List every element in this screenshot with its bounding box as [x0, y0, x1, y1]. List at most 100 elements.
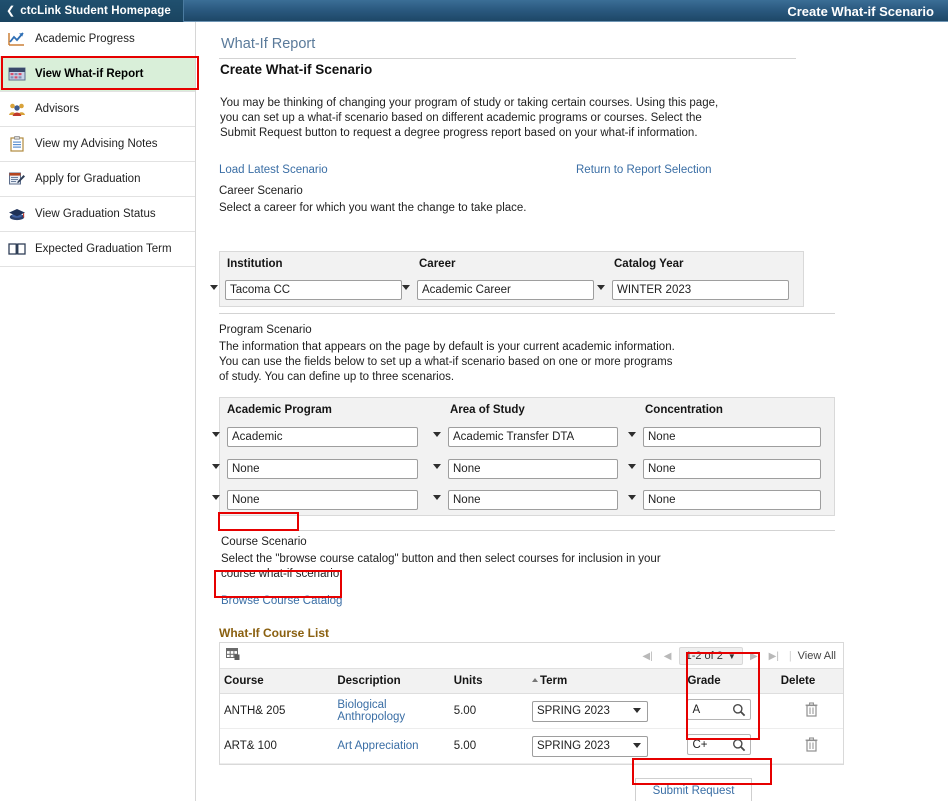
grade-field-1: [687, 699, 752, 720]
grade-input-1[interactable]: [688, 700, 731, 719]
browse-course-catalog-button[interactable]: Browse Course Catalog: [221, 595, 342, 607]
chevron-left-icon: ❮: [6, 4, 16, 17]
clipboard-icon: [8, 136, 26, 152]
concentration-select-3[interactable]: None: [643, 490, 821, 510]
area-of-study-select-3[interactable]: None: [448, 490, 618, 510]
sidebar-item-advisors[interactable]: Advisors: [0, 92, 195, 127]
col-course-header[interactable]: Course: [220, 669, 334, 694]
career-col-career-header: Career: [419, 258, 456, 270]
back-to-homepage-button[interactable]: ❮ ctcLink Student Homepage: [0, 0, 184, 22]
what-if-course-grid: ◀| ◀ 1-2 of 2 ▼ ▶ ▶| | View All Course D…: [219, 642, 844, 765]
chart-line-icon: [8, 31, 26, 47]
career-col-institution-header: Institution: [227, 258, 283, 270]
page-title: Create What-if Scenario: [220, 62, 373, 77]
sidebar-item-label: View What-if Report: [35, 68, 144, 80]
col-delete-header[interactable]: Delete: [776, 669, 843, 694]
pager-divider: |: [788, 650, 792, 662]
trash-icon[interactable]: [805, 737, 818, 752]
grid-pager: ◀| ◀ 1-2 of 2 ▼ ▶ ▶| | View All: [639, 643, 839, 669]
main-content: What-If Report Create What-if Scenario Y…: [197, 22, 948, 801]
col-description-header[interactable]: Description: [333, 669, 450, 694]
area-of-study-select-2[interactable]: None: [448, 459, 618, 479]
catalog-year-select[interactable]: WINTER 2023: [612, 280, 789, 300]
term-select-wrap-2: SPRING 2023: [531, 735, 648, 757]
sidebar-item-label: Academic Progress: [35, 33, 135, 45]
grade-field-2: [687, 734, 752, 755]
career-col-catalog-year-header: Catalog Year: [614, 258, 684, 270]
section-divider-1: [219, 313, 835, 314]
first-page-icon[interactable]: ◀|: [639, 647, 657, 665]
magnifier-icon[interactable]: [732, 703, 746, 717]
grid-personalize-icon[interactable]: [226, 647, 240, 664]
sort-ascending-icon: [531, 678, 538, 682]
people-group-icon: [8, 101, 26, 117]
view-all-link[interactable]: View All: [798, 650, 839, 662]
career-scenario-description: Select a career for which you want the c…: [219, 202, 527, 214]
form-pencil-icon: [8, 171, 26, 187]
sidebar-item-apply-for-graduation[interactable]: Apply for Graduation: [0, 162, 195, 197]
sidebar-item-label: View Graduation Status: [35, 208, 156, 220]
table-row: ART& 100 Art Appreciation 5.00 SPRING 20…: [220, 728, 843, 764]
sidebar-item-view-what-if-report[interactable]: View What-if Report: [0, 57, 195, 92]
breadcrumb[interactable]: What-If Report: [221, 36, 315, 52]
col-grade-header[interactable]: Grade: [683, 669, 777, 694]
institution-select[interactable]: Tacoma CC: [225, 280, 402, 300]
academic-program-select-1[interactable]: Academic: [227, 427, 418, 447]
course-scenario-description: Select the "browse course catalog" butto…: [221, 553, 661, 580]
table-row: ANTH& 205 Biological Anthropology 5.00 S…: [220, 693, 843, 729]
col-term-header[interactable]: Term: [527, 669, 684, 694]
sidebar-item-view-my-advising-notes[interactable]: View my Advising Notes: [0, 127, 195, 162]
return-to-report-selection-link[interactable]: Return to Report Selection: [576, 164, 712, 176]
program-scenario-description: The information that appears on the page…: [219, 341, 675, 383]
area-of-study-select-1[interactable]: Academic Transfer DTA: [448, 427, 618, 447]
table-header-row: Course Description Units Term Grade Dele…: [220, 669, 843, 694]
academic-program-select-3[interactable]: None: [227, 490, 418, 510]
window-title: Create What-if Scenario: [787, 3, 934, 19]
page-range-dropdown[interactable]: 1-2 of 2 ▼: [678, 647, 743, 665]
program-col-concentration-header: Concentration: [645, 404, 723, 416]
cell-course: ART& 100: [220, 728, 334, 764]
cell-course: ANTH& 205: [220, 693, 334, 729]
sidebar-item-view-graduation-status[interactable]: View Graduation Status: [0, 197, 195, 232]
sidebar-item-expected-graduation-term[interactable]: Expected Graduation Term: [0, 232, 195, 267]
sidebar-item-label: Expected Graduation Term: [35, 243, 172, 255]
grade-input-2[interactable]: [688, 735, 731, 754]
sidebar-item-label: Apply for Graduation: [35, 173, 141, 185]
sidebar-item-academic-progress[interactable]: Academic Progress: [0, 22, 195, 57]
graduation-cap-icon: [8, 206, 26, 222]
calendar-grid-icon: [8, 66, 26, 82]
term-select-2[interactable]: SPRING 2023: [531, 735, 648, 757]
prev-page-icon[interactable]: ◀: [659, 647, 677, 665]
open-book-icon: [8, 241, 26, 257]
col-term-header-label: Term: [539, 675, 568, 687]
sidebar-item-label: View my Advising Notes: [35, 138, 158, 150]
chevron-down-icon: [210, 285, 218, 290]
col-units-header[interactable]: Units: [449, 669, 528, 694]
magnifier-icon[interactable]: [732, 738, 746, 752]
load-latest-scenario-link[interactable]: Load Latest Scenario: [219, 164, 328, 176]
top-app-bar: ❮ ctcLink Student Homepage Create What-i…: [0, 0, 948, 22]
academic-program-select-2[interactable]: None: [227, 459, 418, 479]
trash-icon[interactable]: [805, 702, 818, 717]
last-page-icon[interactable]: ▶|: [765, 647, 783, 665]
concentration-select-1[interactable]: None: [643, 427, 821, 447]
what-if-course-list-title: What-If Course List: [219, 626, 329, 640]
cell-units: 5.00: [449, 693, 528, 729]
homepage-label: ctcLink Student Homepage: [20, 5, 171, 17]
term-select-wrap-1: SPRING 2023: [531, 700, 648, 722]
next-page-icon[interactable]: ▶: [745, 647, 763, 665]
term-select-1[interactable]: SPRING 2023: [531, 700, 648, 722]
career-select[interactable]: Academic Career: [417, 280, 594, 300]
submit-request-button[interactable]: Submit Request: [635, 778, 752, 801]
course-description-link[interactable]: Biological Anthropology: [337, 699, 405, 723]
course-description-link[interactable]: Art Appreciation: [337, 740, 418, 752]
program-col-area-of-study-header: Area of Study: [450, 404, 525, 416]
breadcrumb-divider: [219, 58, 796, 59]
page-range-label: 1-2 of 2: [685, 650, 723, 662]
concentration-select-2[interactable]: None: [643, 459, 821, 479]
sidebar-nav: Academic Progress View What-if Report Ad…: [0, 22, 196, 801]
sidebar-item-label: Advisors: [35, 103, 80, 115]
career-scenario-title: Career Scenario: [219, 185, 303, 197]
course-scenario-title: Course Scenario: [221, 536, 307, 548]
program-scenario-title: Program Scenario: [219, 324, 312, 336]
